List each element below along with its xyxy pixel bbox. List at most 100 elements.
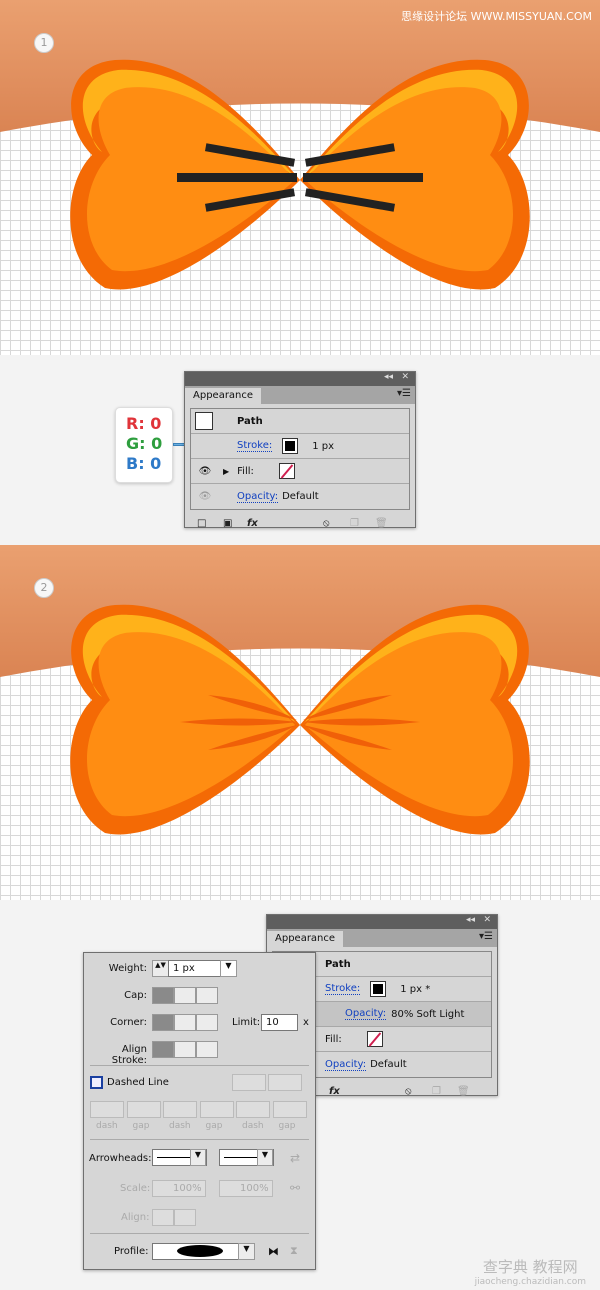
stroke-swatch[interactable] xyxy=(370,981,387,997)
divider xyxy=(90,1065,309,1066)
preserve-dash-button[interactable] xyxy=(232,1074,266,1091)
dash-gap-label: dash xyxy=(169,1121,191,1131)
dash-gap-input[interactable] xyxy=(272,1101,307,1118)
watermark-line2: jiaocheng.chazidian.com xyxy=(474,1277,586,1287)
end-arrowhead-dropdown[interactable]: ▼ xyxy=(257,1149,273,1166)
trash-icon[interactable]: 🗑 xyxy=(457,1086,470,1097)
dash-gap-input[interactable] xyxy=(126,1101,161,1118)
duplicate-icon[interactable]: ❐ xyxy=(350,518,359,529)
stroke-weight: 1 px * xyxy=(400,983,431,995)
watermark: 思缘设计论坛 WWW.MISSYUAN.COM xyxy=(401,10,592,23)
flip-along-icon[interactable]: ⧓ xyxy=(268,1245,279,1258)
collapse-icon[interactable]: ◂◂ xyxy=(384,372,393,382)
step-number-badge: 1 xyxy=(34,33,54,53)
align-dash-button[interactable] xyxy=(268,1074,302,1091)
clear-icon[interactable]: ⦸ xyxy=(323,518,330,529)
bevel-join-button[interactable] xyxy=(196,1014,218,1031)
step-number-badge: 2 xyxy=(34,578,54,598)
add-stroke-icon[interactable]: □ xyxy=(197,518,206,529)
watermark-line1: 查字典 教程网 xyxy=(482,1258,578,1276)
watermark-bottom: 查字典 教程网 jiaocheng.chazidian.com xyxy=(475,1256,586,1287)
close-icon[interactable]: ✕ xyxy=(401,372,409,382)
stroke-link[interactable]: Stroke: xyxy=(325,983,361,995)
path-label: Path xyxy=(325,958,351,970)
arrowheads-label: Arrowheads: xyxy=(89,1153,152,1164)
fill-swatch-none[interactable] xyxy=(366,1031,383,1047)
weight-input[interactable]: 1 px xyxy=(168,960,221,977)
align-inside-button[interactable] xyxy=(174,1041,196,1058)
dashed-line-checkbox[interactable] xyxy=(90,1076,103,1089)
opacity-value: 80% Soft Light xyxy=(391,1008,465,1020)
trash-icon[interactable]: 🗑 xyxy=(375,518,388,529)
swap-arrowheads-icon[interactable]: ⇄ xyxy=(290,1151,300,1165)
limit-label: Limit: xyxy=(232,1017,261,1028)
duplicate-icon[interactable]: ❐ xyxy=(432,1086,441,1097)
start-scale-input[interactable]: 100% xyxy=(152,1180,206,1197)
profile-dropdown[interactable]: ▼ xyxy=(238,1243,255,1260)
panel-menu-icon[interactable]: ▾☰ xyxy=(479,931,493,942)
dashed-line-label: Dashed Line xyxy=(107,1077,169,1088)
scale-label: Scale: xyxy=(120,1183,151,1194)
clear-icon[interactable]: ⦸ xyxy=(405,1086,412,1097)
fx-button[interactable]: fx xyxy=(329,1086,340,1097)
stroke-swatch[interactable] xyxy=(282,438,299,454)
butt-cap-button[interactable] xyxy=(152,987,174,1004)
miter-join-button[interactable] xyxy=(152,1014,174,1031)
stroke-panel: Weight: ▲▼ 1 px ▼ Cap: Corner: Limit: 10… xyxy=(83,952,316,1270)
panel-menu-icon[interactable]: ▾☰ xyxy=(397,388,411,399)
end-scale-input[interactable]: 100% xyxy=(219,1180,273,1197)
fill-label: Fill: xyxy=(325,1033,342,1045)
flip-across-icon[interactable]: ⧗ xyxy=(290,1244,298,1258)
fx-button[interactable]: fx xyxy=(247,518,258,529)
align-outside-button[interactable] xyxy=(196,1041,218,1058)
add-fill-icon[interactable]: ▣ xyxy=(223,518,232,529)
green-value: G: 0 xyxy=(126,434,163,453)
collapse-icon[interactable]: ◂◂ xyxy=(466,915,475,925)
visibility-eye-icon[interactable]: 👁 xyxy=(191,491,219,502)
dash-gap-label: gap xyxy=(278,1121,296,1131)
close-icon[interactable]: ✕ xyxy=(483,915,491,925)
stroke-link[interactable]: Stroke: xyxy=(237,440,273,452)
weight-stepper[interactable]: ▲▼ xyxy=(152,960,169,977)
path-thumbnail xyxy=(195,412,213,430)
dash-gap-input[interactable] xyxy=(236,1101,270,1118)
red-value: R: 0 xyxy=(126,414,162,433)
visibility-eye-icon[interactable]: 👁 xyxy=(191,466,219,477)
fill-swatch-none[interactable] xyxy=(278,463,295,479)
opacity-link[interactable]: Opacity: xyxy=(325,1059,367,1071)
dash-gap-label: gap xyxy=(132,1121,150,1131)
dash-gap-label: dash xyxy=(96,1121,118,1131)
rgb-callout: R: 0 G: 0 B: 0 xyxy=(115,407,173,483)
stroke-row[interactable]: Stroke: 1 px xyxy=(191,434,409,459)
dash-gap-label: gap xyxy=(205,1121,223,1131)
opacity-value: Default xyxy=(282,491,319,502)
dash-gap-input[interactable] xyxy=(90,1101,124,1118)
limit-input[interactable]: 10 xyxy=(261,1014,298,1031)
opacity-link[interactable]: Opacity: xyxy=(345,1008,387,1020)
path-row[interactable]: Path xyxy=(191,409,409,434)
dash-gap-input[interactable] xyxy=(163,1101,197,1118)
align-center-button[interactable] xyxy=(152,1041,174,1058)
tab-appearance[interactable]: Appearance xyxy=(267,931,344,947)
opacity-row[interactable]: 👁 Opacity: Default xyxy=(191,484,409,509)
start-arrowhead-dropdown[interactable]: ▼ xyxy=(190,1149,206,1166)
opacity-link[interactable]: Opacity: xyxy=(237,491,279,503)
round-join-button[interactable] xyxy=(174,1014,196,1031)
arrow-tip-beyond-button[interactable] xyxy=(152,1209,174,1226)
blue-value: B: 0 xyxy=(126,454,162,473)
projecting-cap-button[interactable] xyxy=(196,987,218,1004)
opacity-value: Default xyxy=(370,1059,407,1070)
fill-row[interactable]: 👁 ▶ Fill: xyxy=(191,459,409,484)
weight-dropdown[interactable]: ▼ xyxy=(220,960,237,977)
fill-label: Fill: xyxy=(237,465,254,477)
dash-gap-input[interactable] xyxy=(199,1101,234,1118)
tab-appearance[interactable]: Appearance xyxy=(185,388,262,404)
arrow-tip-at-end-button[interactable] xyxy=(174,1209,196,1226)
link-scale-icon[interactable]: ⚯ xyxy=(290,1181,300,1195)
bow-illustration-1 xyxy=(0,0,600,290)
artboard-step-2: 2 xyxy=(0,545,600,900)
round-cap-button[interactable] xyxy=(174,987,196,1004)
appearance-panel-1: ◂◂ ✕ Appearance ▾☰ Path Stroke: 1 px 👁 ▶ Fill… xyxy=(184,371,416,529)
expand-arrow-icon[interactable]: ▶ xyxy=(223,467,229,476)
corner-label: Corner: xyxy=(110,1017,147,1028)
